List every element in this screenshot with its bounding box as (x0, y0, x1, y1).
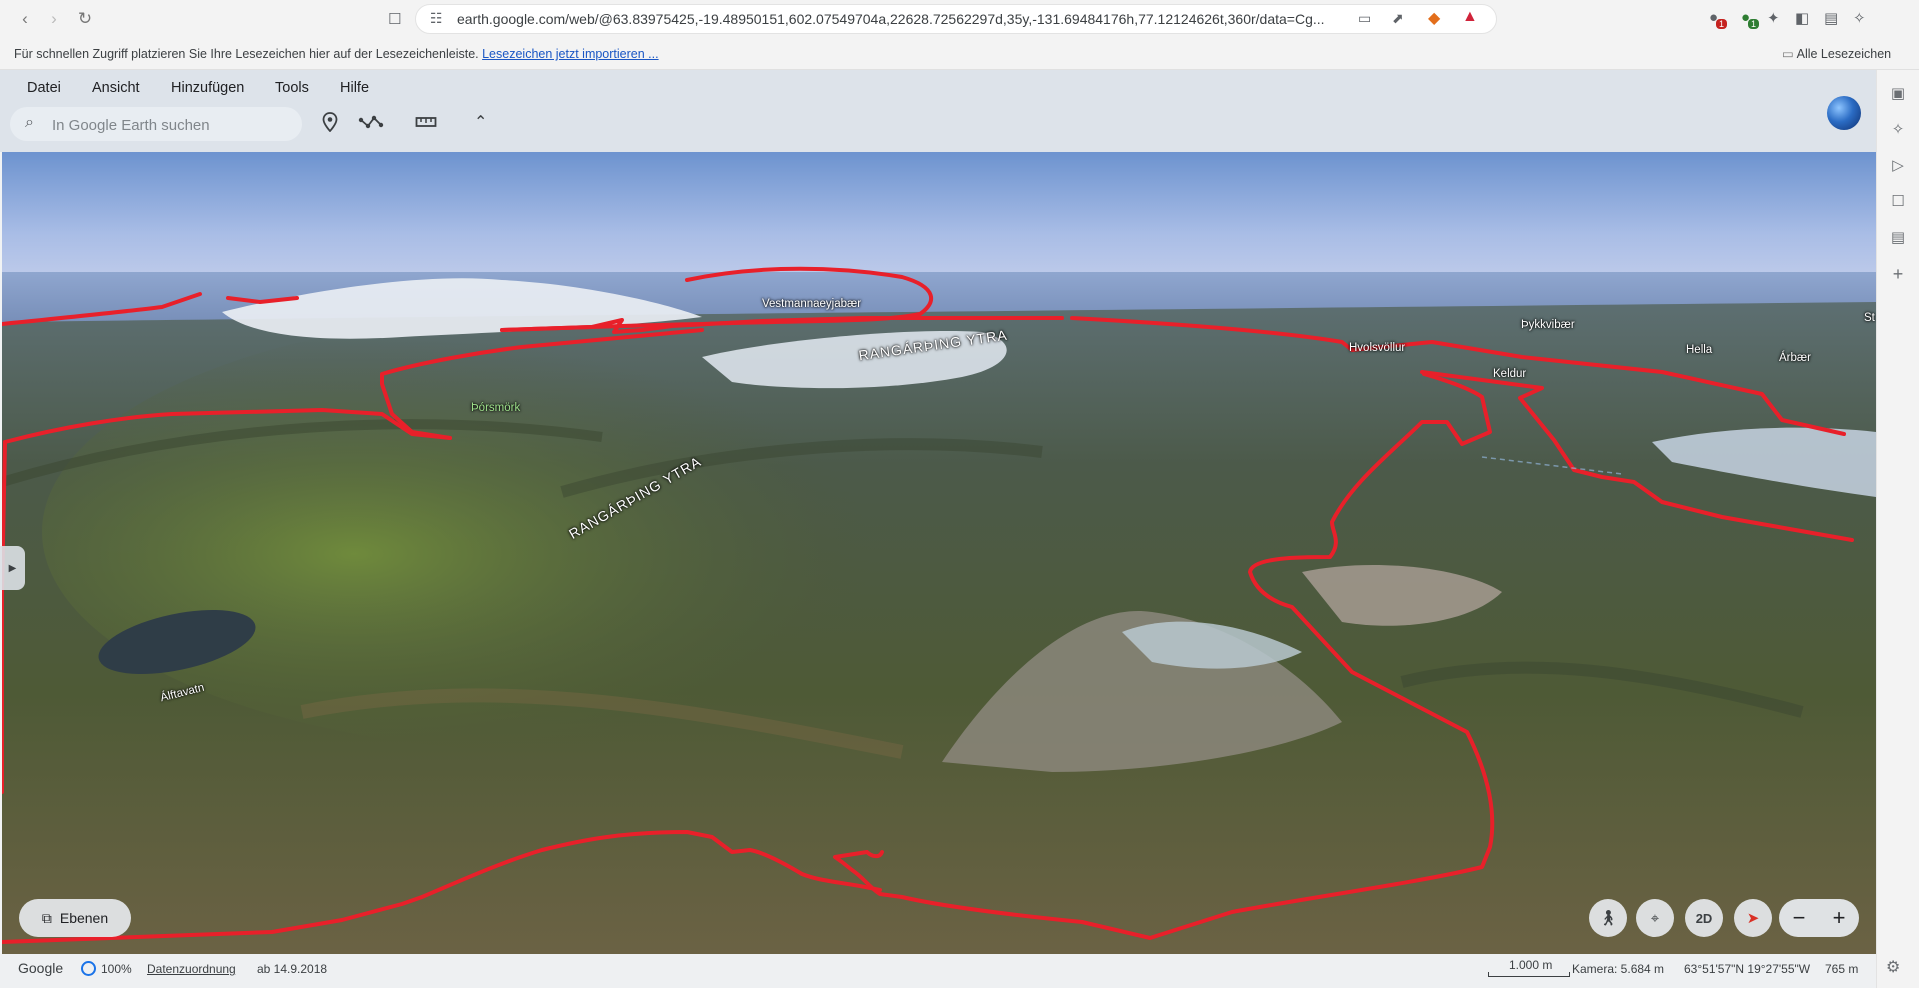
loading-indicator-icon (81, 961, 96, 976)
place-label[interactable]: Hella (1686, 344, 1712, 356)
terrain-canvas[interactable] (2, 152, 1876, 954)
compass-button[interactable]: ➤ (1734, 899, 1772, 937)
my-location-button[interactable]: ⌖ (1636, 899, 1674, 937)
elevation: 765 m (1825, 962, 1859, 976)
menu-file[interactable]: Datei (27, 80, 61, 96)
scale-label: 1.000 m (1509, 958, 1553, 972)
zoom-in-button[interactable]: + (1820, 899, 1858, 937)
cast-icon[interactable]: ▭ (1358, 10, 1371, 27)
menu-view[interactable]: Ansicht (92, 80, 140, 96)
place-label[interactable]: Þykkvibær (1521, 319, 1575, 331)
ruler-icon[interactable] (415, 112, 437, 137)
add-panel-icon[interactable]: + (1887, 264, 1909, 285)
compass-icon: ➤ (1746, 910, 1760, 927)
leo-panel-icon[interactable]: ✧ (1887, 120, 1909, 138)
extension-badge: 1 (1716, 19, 1728, 29)
bookmarks-hint: Für schnellen Zugriff platzieren Sie Ihr… (14, 47, 659, 61)
rewards-icon[interactable]: ▲ (1462, 8, 1478, 26)
location-icon: ⌖ (1650, 909, 1660, 927)
collapse-icon[interactable]: ⌃ (474, 112, 487, 132)
avatar[interactable] (1827, 96, 1861, 130)
media-panel-icon[interactable]: ▷ (1887, 156, 1909, 174)
map-view[interactable]: Vestmannaeyjabær Hvolsvöllur Þykkvibær H… (2, 152, 1876, 954)
menu-add[interactable]: Hinzufügen (171, 80, 244, 96)
back-icon[interactable]: ‹ (12, 6, 38, 32)
forward-icon[interactable]: › (41, 6, 67, 32)
share-icon[interactable]: ⬈ (1392, 10, 1404, 27)
imagery-date: ab 14.9.2018 (257, 962, 328, 976)
brave-shield-icon[interactable]: ◆ (1428, 8, 1440, 28)
place-label[interactable]: Vestmannaeyjabær (762, 298, 861, 310)
place-label[interactable]: Þórsmörk (471, 402, 520, 414)
place-label[interactable]: Keldur (1493, 368, 1526, 380)
bookmark-icon[interactable]: ☐ (388, 10, 401, 28)
site-info-icon[interactable]: ☷ (430, 10, 443, 27)
cursor-coordinates: 63°51'57"N 19°27'55"W (1684, 962, 1811, 976)
pegman-icon: 🚶︎ (1598, 910, 1618, 927)
sidebar-icon[interactable]: ◧ (1795, 9, 1809, 27)
expand-panel-button[interactable]: ▶ (0, 546, 25, 590)
all-bookmarks-button[interactable]: ▭ Alle Lesezeichen (1782, 46, 1891, 61)
zoom-out-button[interactable]: − (1780, 899, 1818, 937)
placemark-icon[interactable] (322, 112, 338, 137)
folder-icon: ▭ (1782, 47, 1794, 61)
wallet-icon[interactable]: ▤ (1824, 9, 1838, 27)
wallet-panel-icon[interactable]: ▣ (1887, 84, 1909, 102)
place-label[interactable]: Hvolsvöllur (1349, 342, 1405, 354)
attribution-link[interactable]: Datenzuordnung (147, 962, 236, 976)
search-input[interactable] (50, 113, 294, 137)
path-icon[interactable] (358, 112, 384, 137)
extensions-icon[interactable]: ✦ (1767, 9, 1780, 27)
all-bookmarks-label: Alle Lesezeichen (1796, 47, 1892, 61)
reload-icon[interactable]: ↻ (72, 6, 98, 32)
menu-help[interactable]: Hilfe (340, 80, 369, 96)
url-text[interactable]: earth.google.com/web/@63.83975425,-19.48… (457, 11, 1337, 27)
toggle-2d-button[interactable]: 2D (1685, 899, 1723, 937)
search-icon: ⌕ (25, 114, 34, 131)
extension-badge: 1 (1748, 19, 1760, 29)
leo-icon[interactable]: ✧ (1853, 9, 1866, 27)
import-bookmarks-link[interactable]: Lesezeichen jetzt importieren ... (482, 47, 658, 61)
load-percent: 100% (101, 962, 132, 976)
place-label[interactable]: St (1864, 312, 1875, 324)
reading-list-icon[interactable]: ▤ (1887, 228, 1909, 246)
pegman-button[interactable]: 🚶︎ (1589, 899, 1627, 937)
menu-tools[interactable]: Tools (275, 80, 309, 96)
layers-label: Ebenen (59, 910, 109, 926)
place-label[interactable]: Árbær (1779, 352, 1811, 364)
camera-altitude: Kamera: 5.684 m (1572, 962, 1665, 976)
bookmarks-hint-text: Für schnellen Zugriff platzieren Sie Ihr… (14, 47, 479, 61)
layers-icon: ⧉ (41, 909, 52, 926)
scale-bar (1488, 972, 1570, 977)
gear-icon[interactable]: ⚙ (1886, 957, 1900, 977)
google-logo: Google (18, 960, 64, 976)
layers-button[interactable]: ⧉ Ebenen (19, 899, 131, 937)
bookmarks-panel-icon[interactable]: ☐ (1887, 192, 1909, 210)
